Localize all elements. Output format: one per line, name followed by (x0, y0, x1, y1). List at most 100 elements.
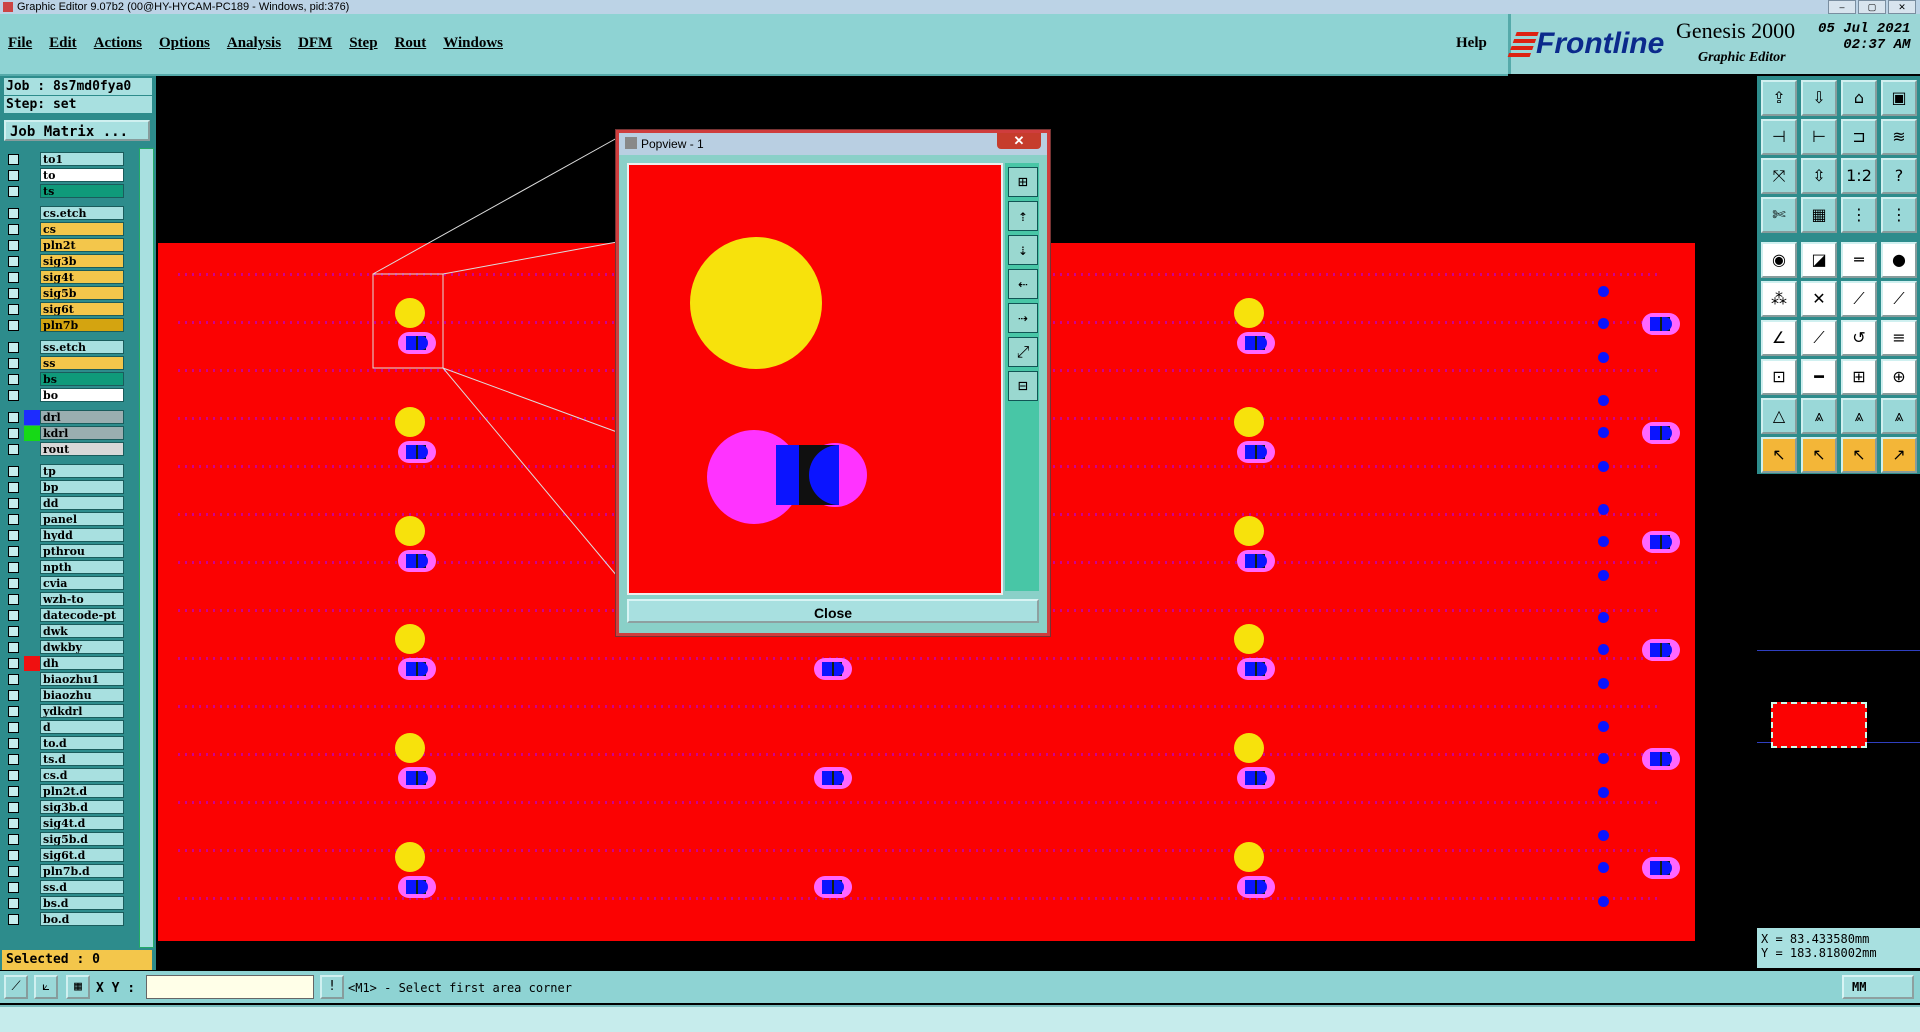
layer-checkbox[interactable] (8, 342, 19, 353)
layer-name[interactable]: pthrou (40, 544, 124, 558)
layer-checkbox[interactable] (8, 320, 19, 331)
layer-color-swatch[interactable] (24, 560, 40, 575)
layer-color-swatch[interactable] (24, 426, 40, 441)
layer-row[interactable]: cvia (2, 576, 138, 591)
layer-color-swatch[interactable] (24, 302, 40, 317)
layer-checkbox[interactable] (8, 706, 19, 717)
layer-row[interactable]: panel (2, 512, 138, 527)
layer-name[interactable]: npth (40, 560, 124, 574)
menu-actions[interactable]: Actions (94, 35, 142, 52)
layer-checkbox[interactable] (8, 240, 19, 251)
layer-color-swatch[interactable] (24, 442, 40, 457)
layer-color-swatch[interactable] (24, 672, 40, 687)
layer-name[interactable]: ss.d (40, 880, 124, 894)
layer-checkbox[interactable] (8, 374, 19, 385)
layer-checkbox[interactable] (8, 562, 19, 573)
popview-zoom-in-icon[interactable]: ⊞ (1008, 167, 1038, 197)
rotate-icon[interactable]: ↺ (1841, 320, 1877, 356)
layer-row[interactable]: pthrou (2, 544, 138, 559)
layer-checkbox[interactable] (8, 674, 19, 685)
layer-color-swatch[interactable] (24, 592, 40, 607)
layer-color-swatch[interactable] (24, 880, 40, 895)
layer-row[interactable]: sig4t (2, 270, 138, 285)
fit-height-icon[interactable]: ⇳ (1801, 158, 1837, 194)
popview-zoom-out-icon[interactable]: ⊟ (1008, 371, 1038, 401)
layer-name[interactable]: dwk (40, 624, 124, 638)
layer-color-swatch[interactable] (24, 372, 40, 387)
layer-name[interactable]: drl (40, 410, 124, 424)
layer-name[interactable]: bs (40, 372, 124, 386)
layer-row[interactable]: dd (2, 496, 138, 511)
layer-row[interactable]: ss.d (2, 880, 138, 895)
layer-name[interactable]: rout (40, 442, 124, 456)
layer-row[interactable]: ts.d (2, 752, 138, 767)
layer-checkbox[interactable] (8, 272, 19, 283)
camera-icon[interactable]: ◉ (1761, 242, 1797, 278)
layer-name[interactable]: bp (40, 480, 124, 494)
layer-row[interactable]: npth (2, 560, 138, 575)
layer-name[interactable]: biaozhu1 (40, 672, 124, 686)
layer-name[interactable]: ts.d (40, 752, 124, 766)
redraw-icon[interactable]: ≋ (1881, 119, 1917, 155)
layer-row[interactable]: hydd (2, 528, 138, 543)
pointer-icon[interactable]: ↖ (1801, 437, 1837, 473)
layer-scrollbar[interactable] (139, 148, 154, 948)
layer-checkbox[interactable] (8, 170, 19, 181)
layer-name[interactable]: wzh-to (40, 592, 124, 606)
layer-checkbox[interactable] (8, 578, 19, 589)
layer-color-swatch[interactable] (24, 206, 40, 221)
layer-color-swatch[interactable] (24, 496, 40, 511)
layer-checkbox[interactable] (8, 390, 19, 401)
layer-row[interactable]: d (2, 720, 138, 735)
draw-line-icon[interactable]: ⟋ (1801, 320, 1837, 356)
maximize-button[interactable]: ▢ (1858, 0, 1886, 14)
triangle-icon[interactable]: △ (1761, 398, 1797, 434)
zoom-left-icon[interactable]: ⊣ (1761, 119, 1797, 155)
layer-row[interactable]: cs.etch (2, 206, 138, 221)
layer-checkbox[interactable] (8, 914, 19, 925)
layer-color-swatch[interactable] (24, 388, 40, 403)
layer-name[interactable]: sig4t.d (40, 816, 124, 830)
layer-color-swatch[interactable] (24, 656, 40, 671)
layer-name[interactable]: panel (40, 512, 124, 526)
layer-color-swatch[interactable] (24, 184, 40, 199)
layer-name[interactable]: pln2t (40, 238, 124, 252)
menu-options[interactable]: Options (159, 35, 210, 52)
layer-row[interactable]: dwk (2, 624, 138, 639)
layer-checkbox[interactable] (8, 224, 19, 235)
layer-name[interactable]: cs (40, 222, 124, 236)
layer-checkbox[interactable] (8, 610, 19, 621)
zoom-box-icon[interactable]: ⊐ (1841, 119, 1877, 155)
layer-checkbox[interactable] (8, 482, 19, 493)
layer-row[interactable]: bs (2, 372, 138, 387)
layer-row[interactable]: sig4t.d (2, 816, 138, 831)
layer-checkbox[interactable] (8, 358, 19, 369)
layer-color-swatch[interactable] (24, 800, 40, 815)
layer-color-swatch[interactable] (24, 752, 40, 767)
popview-titlebar[interactable]: Popview - 1 (619, 133, 1047, 155)
layer-checkbox[interactable] (8, 304, 19, 315)
layer-color-swatch[interactable] (24, 688, 40, 703)
layer-color-swatch[interactable] (24, 238, 40, 253)
menu-analysis[interactable]: Analysis (227, 35, 281, 52)
layer-color-swatch[interactable] (24, 254, 40, 269)
layer-name[interactable]: tp (40, 464, 124, 478)
layer-checkbox[interactable] (8, 256, 19, 267)
minimize-button[interactable]: – (1828, 0, 1856, 14)
layer-checkbox[interactable] (8, 818, 19, 829)
layer-color-swatch[interactable] (24, 222, 40, 237)
layer-row[interactable]: sig5b.d (2, 832, 138, 847)
layer-color-swatch[interactable] (24, 640, 40, 655)
grid-view-icon[interactable]: ▣ (1881, 80, 1917, 116)
layer-row[interactable]: sig3b (2, 254, 138, 269)
alert-icon[interactable]: ! (320, 975, 344, 999)
layer-checkbox[interactable] (8, 882, 19, 893)
layer-row[interactable]: bo (2, 388, 138, 403)
layer-row[interactable]: sig3b.d (2, 800, 138, 815)
layer-color-swatch[interactable] (24, 512, 40, 527)
layer-checkbox[interactable] (8, 186, 19, 197)
layer-color-swatch[interactable] (24, 464, 40, 479)
layer-name[interactable]: dwkby (40, 640, 124, 654)
layer-checkbox[interactable] (8, 412, 19, 423)
layer-checkbox[interactable] (8, 428, 19, 439)
